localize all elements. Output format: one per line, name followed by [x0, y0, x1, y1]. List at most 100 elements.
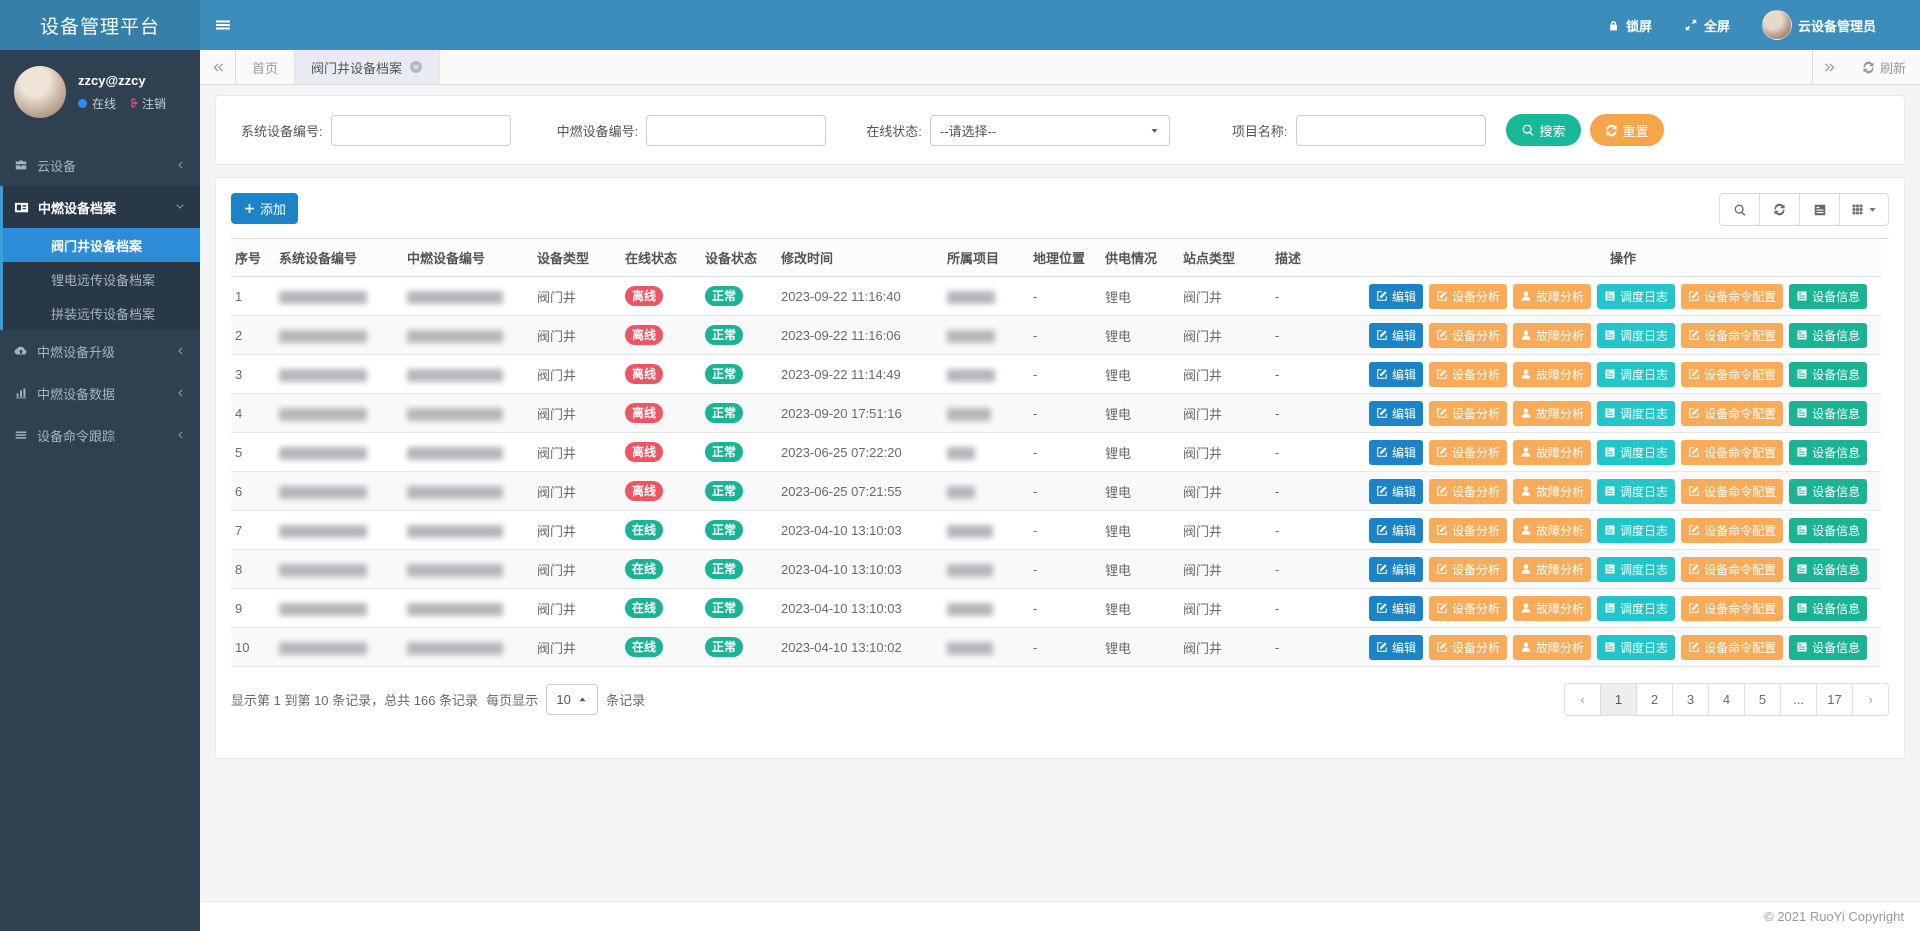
- fullscreen-button[interactable]: 全屏: [1668, 0, 1746, 50]
- row-action-故障分析-button[interactable]: 故障分析: [1513, 401, 1591, 426]
- row-action-故障分析-button[interactable]: 故障分析: [1513, 440, 1591, 465]
- row-action-调度日志-button[interactable]: 调度日志: [1597, 635, 1675, 660]
- row-action-故障分析-button[interactable]: 故障分析: [1513, 635, 1591, 660]
- row-action-编辑-button[interactable]: 编辑: [1369, 401, 1423, 426]
- row-action-设备信息-button[interactable]: 设备信息: [1789, 440, 1867, 465]
- row-action-故障分析-button[interactable]: 故障分析: [1513, 284, 1591, 309]
- row-action-编辑-button[interactable]: 编辑: [1369, 362, 1423, 387]
- row-action-设备信息-button[interactable]: 设备信息: [1789, 518, 1867, 543]
- row-action-故障分析-button[interactable]: 故障分析: [1513, 596, 1591, 621]
- row-action-调度日志-button[interactable]: 调度日志: [1597, 596, 1675, 621]
- pager-page-2-button[interactable]: 2: [1636, 683, 1673, 716]
- row-action-编辑-button[interactable]: 编辑: [1369, 284, 1423, 309]
- row-action-设备命令配置-button[interactable]: 设备命令配置: [1681, 362, 1783, 387]
- row-action-设备分析-button[interactable]: 设备分析: [1429, 518, 1507, 543]
- row-action-设备信息-button[interactable]: 设备信息: [1789, 596, 1867, 621]
- row-action-故障分析-button[interactable]: 故障分析: [1513, 557, 1591, 582]
- row-action-设备分析-button[interactable]: 设备分析: [1429, 440, 1507, 465]
- row-action-调度日志-button[interactable]: 调度日志: [1597, 518, 1675, 543]
- row-action-设备信息-button[interactable]: 设备信息: [1789, 401, 1867, 426]
- sidebar-subitem-1-1[interactable]: 锂电远传设备档案: [3, 262, 200, 296]
- add-button[interactable]: 添加: [231, 193, 298, 224]
- row-action-故障分析-button[interactable]: 故障分析: [1513, 518, 1591, 543]
- row-action-调度日志-button[interactable]: 调度日志: [1597, 401, 1675, 426]
- table-search-toggle-button[interactable]: [1719, 193, 1760, 226]
- sidebar-subitem-1-0[interactable]: 阀门井设备档案: [3, 228, 200, 262]
- row-action-设备分析-button[interactable]: 设备分析: [1429, 557, 1507, 582]
- pager-page-5-button[interactable]: 5: [1744, 683, 1781, 716]
- row-action-设备命令配置-button[interactable]: 设备命令配置: [1681, 635, 1783, 660]
- reset-button[interactable]: 重置: [1590, 114, 1664, 146]
- sidebar-item-4[interactable]: 设备命令跟踪: [0, 414, 200, 456]
- row-action-调度日志-button[interactable]: 调度日志: [1597, 284, 1675, 309]
- pager-next-button[interactable]: ›: [1852, 683, 1889, 716]
- row-action-设备命令配置-button[interactable]: 设备命令配置: [1681, 323, 1783, 348]
- row-action-编辑-button[interactable]: 编辑: [1369, 635, 1423, 660]
- row-action-设备命令配置-button[interactable]: 设备命令配置: [1681, 518, 1783, 543]
- row-action-编辑-button[interactable]: 编辑: [1369, 323, 1423, 348]
- pager-page-1-button[interactable]: 1: [1600, 683, 1637, 716]
- tab-refresh-button[interactable]: 刷新: [1848, 50, 1920, 84]
- row-action-调度日志-button[interactable]: 调度日志: [1597, 557, 1675, 582]
- table-refresh-button[interactable]: [1759, 193, 1800, 226]
- sidebar-item-3[interactable]: 中燃设备数据: [0, 372, 200, 414]
- online-state-select[interactable]: --请选择--: [930, 115, 1170, 146]
- cn-device-no-input[interactable]: [646, 115, 826, 146]
- row-action-设备命令配置-button[interactable]: 设备命令配置: [1681, 284, 1783, 309]
- row-action-设备命令配置-button[interactable]: 设备命令配置: [1681, 479, 1783, 504]
- row-action-设备信息-button[interactable]: 设备信息: [1789, 635, 1867, 660]
- row-action-设备分析-button[interactable]: 设备分析: [1429, 401, 1507, 426]
- row-action-调度日志-button[interactable]: 调度日志: [1597, 440, 1675, 465]
- pager-ellipsis[interactable]: ...: [1780, 683, 1817, 716]
- sidebar-item-1[interactable]: 中燃设备档案: [3, 186, 200, 228]
- row-action-设备信息-button[interactable]: 设备信息: [1789, 479, 1867, 504]
- row-action-设备信息-button[interactable]: 设备信息: [1789, 557, 1867, 582]
- project-name-input[interactable]: [1296, 115, 1486, 146]
- row-action-设备分析-button[interactable]: 设备分析: [1429, 323, 1507, 348]
- pager-page-17-button[interactable]: 17: [1816, 683, 1853, 716]
- pager-page-4-button[interactable]: 4: [1708, 683, 1745, 716]
- lock-screen-button[interactable]: 锁屏: [1591, 0, 1668, 50]
- sidebar-subitem-1-2[interactable]: 拼装远传设备档案: [3, 296, 200, 330]
- tab-home[interactable]: 首页: [236, 50, 295, 84]
- row-action-设备信息-button[interactable]: 设备信息: [1789, 362, 1867, 387]
- row-action-设备分析-button[interactable]: 设备分析: [1429, 596, 1507, 621]
- pager-page-3-button[interactable]: 3: [1672, 683, 1709, 716]
- search-button[interactable]: 搜索: [1506, 114, 1581, 146]
- table-columns-button[interactable]: [1839, 193, 1889, 226]
- row-action-设备信息-button[interactable]: 设备信息: [1789, 284, 1867, 309]
- system-device-no-input[interactable]: [331, 115, 511, 146]
- row-action-设备分析-button[interactable]: 设备分析: [1429, 284, 1507, 309]
- row-action-设备分析-button[interactable]: 设备分析: [1429, 362, 1507, 387]
- row-action-编辑-button[interactable]: 编辑: [1369, 557, 1423, 582]
- page-size-dropdown[interactable]: 10: [546, 684, 598, 715]
- row-action-设备命令配置-button[interactable]: 设备命令配置: [1681, 557, 1783, 582]
- row-action-设备命令配置-button[interactable]: 设备命令配置: [1681, 596, 1783, 621]
- sidebar-toggle-button[interactable]: [200, 0, 246, 50]
- tab-valve-well-archive[interactable]: 阀门井设备档案: [295, 50, 440, 84]
- sidebar-item-0[interactable]: 云设备: [0, 144, 200, 186]
- row-action-设备信息-button[interactable]: 设备信息: [1789, 323, 1867, 348]
- row-action-编辑-button[interactable]: 编辑: [1369, 479, 1423, 504]
- row-action-设备命令配置-button[interactable]: 设备命令配置: [1681, 401, 1783, 426]
- tabs-scroll-right-button[interactable]: [1812, 50, 1848, 84]
- row-action-调度日志-button[interactable]: 调度日志: [1597, 362, 1675, 387]
- row-action-调度日志-button[interactable]: 调度日志: [1597, 479, 1675, 504]
- logout-button[interactable]: 注销: [127, 95, 166, 112]
- row-action-故障分析-button[interactable]: 故障分析: [1513, 479, 1591, 504]
- row-action-调度日志-button[interactable]: 调度日志: [1597, 323, 1675, 348]
- tabs-scroll-left-button[interactable]: [200, 50, 236, 84]
- row-action-编辑-button[interactable]: 编辑: [1369, 518, 1423, 543]
- sidebar-item-2[interactable]: 中燃设备升级: [0, 330, 200, 372]
- tab-close-icon[interactable]: [409, 60, 423, 74]
- row-action-故障分析-button[interactable]: 故障分析: [1513, 362, 1591, 387]
- row-action-编辑-button[interactable]: 编辑: [1369, 596, 1423, 621]
- pager-prev-button[interactable]: ‹: [1564, 683, 1601, 716]
- row-action-设备分析-button[interactable]: 设备分析: [1429, 635, 1507, 660]
- table-detail-view-button[interactable]: [1799, 193, 1840, 226]
- row-action-故障分析-button[interactable]: 故障分析: [1513, 323, 1591, 348]
- row-action-编辑-button[interactable]: 编辑: [1369, 440, 1423, 465]
- row-action-设备分析-button[interactable]: 设备分析: [1429, 479, 1507, 504]
- user-menu-button[interactable]: 云设备管理员: [1746, 0, 1892, 50]
- row-action-设备命令配置-button[interactable]: 设备命令配置: [1681, 440, 1783, 465]
